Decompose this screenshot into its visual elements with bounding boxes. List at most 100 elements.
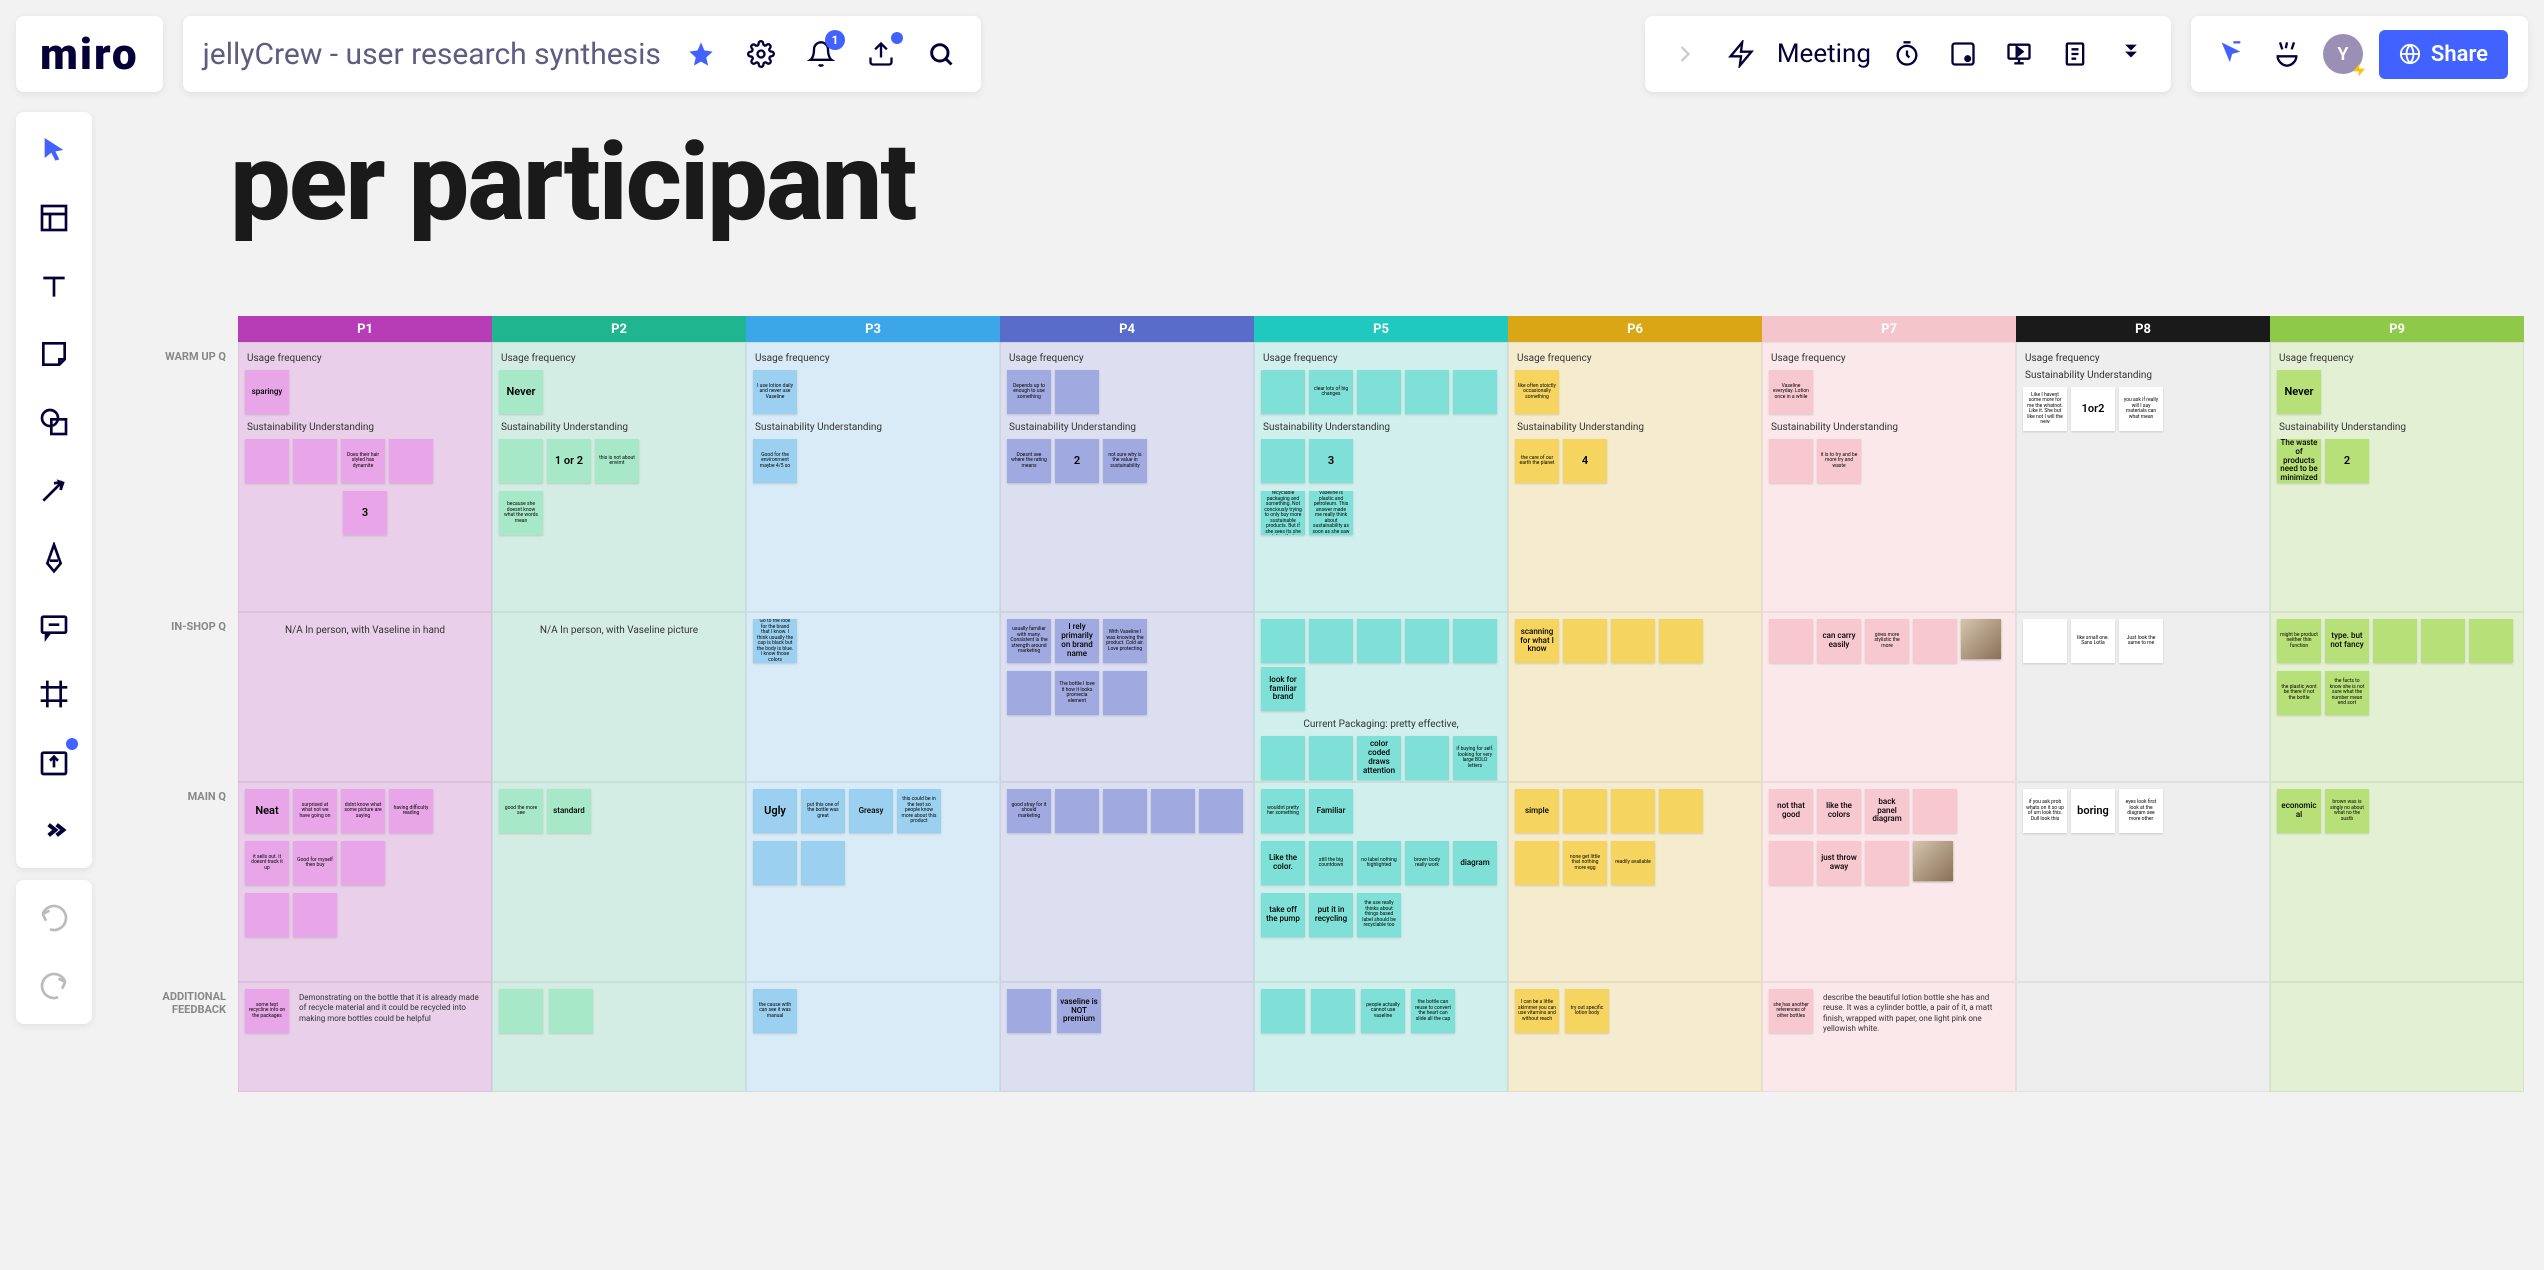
sticky-note[interactable]: color coded draws attention	[1357, 736, 1401, 780]
grid-cell[interactable]: Usage frequencyI use lotion daily and ne…	[746, 342, 1000, 612]
sticky-note[interactable]: 3	[343, 491, 387, 535]
sticky-note[interactable]	[1611, 789, 1655, 833]
sticky-note[interactable]: like often stoictly occasionally somethi…	[1515, 370, 1559, 414]
arrow-tool[interactable]	[32, 468, 76, 512]
sticky-note[interactable]: didnt know what some picture are saying	[341, 789, 385, 833]
sticky-note[interactable]: sparingy	[245, 370, 289, 414]
sticky-note[interactable]: 2	[2325, 439, 2369, 483]
board-title[interactable]: jellyCrew - user research synthesis	[203, 37, 661, 72]
sticky-note[interactable]: good stray for it should marketing	[1007, 789, 1051, 833]
grid-cell[interactable]: Usage frequencyclear lots of big changes…	[1254, 342, 1508, 612]
sticky-note[interactable]	[1311, 989, 1355, 1033]
grid-cell[interactable]: Usage frequencyVaseline everyday. Lotion…	[1762, 342, 2016, 612]
meeting-label[interactable]: Meeting	[1777, 39, 1871, 69]
voting-icon[interactable]	[1943, 34, 1983, 74]
sticky-note[interactable]	[1769, 841, 1813, 885]
sticky-note[interactable]: if buying for self. looking for very lar…	[1453, 736, 1497, 780]
sticky-note[interactable]	[499, 439, 543, 483]
grid-cell[interactable]: simplenone get little that nothing more …	[1508, 782, 1762, 982]
more-tools[interactable]	[32, 808, 76, 852]
sticky-note[interactable]	[1563, 619, 1607, 663]
sticky-note[interactable]: it sells out. it doesnt track it up	[245, 841, 289, 885]
sticky-note[interactable]	[753, 841, 797, 885]
sticky-note[interactable]	[1769, 619, 1813, 663]
sticky-note[interactable]: With Vaseline I was knowing the product.…	[1103, 619, 1147, 663]
sticky-note[interactable]	[1103, 671, 1147, 715]
sticky-note[interactable]	[1309, 619, 1353, 663]
grid-cell[interactable]: not that goodlike the colorsback panel d…	[1762, 782, 2016, 982]
sticky-note[interactable]: Familiar	[1309, 789, 1353, 833]
grid-cell[interactable]: Usage frequencyNeverSustainability Under…	[2270, 342, 2524, 612]
lightning-icon[interactable]	[1721, 34, 1761, 74]
grid-cell[interactable]: she has another references of other bott…	[1762, 982, 2016, 1092]
grid-cell[interactable]: if you ask prob whats on it so up of um …	[2016, 782, 2270, 982]
search-icon[interactable]	[921, 34, 961, 74]
sticky-note[interactable]: take off the pump	[1261, 893, 1305, 937]
sticky-note[interactable]: Like the color.	[1261, 841, 1305, 885]
grid-cell[interactable]: Go to the look for the brand that I know…	[746, 612, 1000, 782]
column-header[interactable]: P3	[746, 316, 1000, 342]
sticky-note[interactable]: usually familiar with many. Consistent i…	[1007, 619, 1051, 663]
sticky-note[interactable]	[1055, 789, 1099, 833]
grid-cell[interactable]: like small one. Sans LotlaJust look the …	[2016, 612, 2270, 782]
sticky-note[interactable]: vaseline is NOT premium	[1057, 989, 1101, 1033]
sticky-note[interactable]: the care of our earth the planet	[1515, 439, 1559, 483]
grid-cell[interactable]: N/A In person, with Vaseline in hand	[238, 612, 492, 782]
sticky-note[interactable]	[549, 989, 593, 1033]
sticky-note[interactable]: put this one of the bottle was great	[801, 789, 845, 833]
sticky-note[interactable]: Never	[499, 370, 543, 414]
grid-cell[interactable]: some text recycline info on the packages…	[238, 982, 492, 1092]
text-tool[interactable]	[32, 264, 76, 308]
sticky-note[interactable]: surprised at what not we have going on	[293, 789, 337, 833]
sticky-note[interactable]	[1357, 370, 1401, 414]
sticky-note[interactable]	[1913, 619, 1957, 663]
grid-cell[interactable]: Uglyput this one of the bottle was great…	[746, 782, 1000, 982]
sticky-note[interactable]: brown was is singly no about what no the…	[2325, 789, 2369, 833]
column-header[interactable]: P4	[1000, 316, 1254, 342]
sticky-note[interactable]: no label nothing highlighted	[1357, 841, 1401, 885]
sticky-note[interactable]: 1or2	[2071, 387, 2115, 431]
sticky-note[interactable]: Vaseline everyday. Lotion once in a whil…	[1769, 370, 1813, 414]
sticky-note[interactable]: just throw away	[1817, 841, 1861, 885]
sticky-note[interactable]	[341, 841, 385, 885]
sticky-note[interactable]: I can be a little skimmer you can use vi…	[1515, 989, 1559, 1033]
sticky-note[interactable]	[1453, 370, 1497, 414]
sticky-note[interactable]: back panel diagram	[1865, 789, 1909, 833]
image-thumb[interactable]	[1961, 619, 2001, 659]
sticky-note[interactable]: can carry easily	[1817, 619, 1861, 663]
column-header[interactable]: P5	[1254, 316, 1508, 342]
grid-cell[interactable]: vaseline is NOT premium	[1000, 982, 1254, 1092]
sticky-note[interactable]	[1659, 789, 1703, 833]
sticky-note[interactable]: look for familiar brand	[1261, 667, 1305, 711]
sticky-note[interactable]: brown body really work	[1405, 841, 1449, 885]
sticky-note[interactable]	[1151, 789, 1195, 833]
sticky-note[interactable]	[245, 893, 289, 937]
sticky-note[interactable]: having difficulty reading	[389, 789, 433, 833]
export-icon[interactable]	[861, 34, 901, 74]
sticky-note[interactable]: standard	[547, 789, 591, 833]
sticky-note[interactable]: I use lotion daily and never use Vaselin…	[753, 370, 797, 414]
sticky-note[interactable]: this could be in the text so people know…	[897, 789, 941, 833]
more-icon[interactable]	[2111, 34, 2151, 74]
column-header[interactable]: P1	[238, 316, 492, 342]
sticky-note[interactable]	[1199, 789, 1243, 833]
sticky-note[interactable]: Go to the look for the brand that I know…	[753, 619, 797, 663]
sticky-note[interactable]	[499, 989, 543, 1033]
sticky-note[interactable]	[1405, 736, 1449, 780]
column-header[interactable]: P8	[2016, 316, 2270, 342]
grid-cell[interactable]: Usage frequencysparingySustainability Un…	[238, 342, 492, 612]
chevron-right-icon[interactable]	[1665, 34, 1705, 74]
sticky-note[interactable]	[1913, 789, 1957, 833]
column-header[interactable]: P6	[1508, 316, 1762, 342]
comment-tool[interactable]	[32, 604, 76, 648]
grid-cell[interactable]	[2270, 982, 2524, 1092]
canvas[interactable]: per participant WARM UP QIN-SHOP QMAIN Q…	[120, 120, 2524, 1250]
grid-cell[interactable]: N/A In person, with Vaseline picture	[492, 612, 746, 782]
sticky-note[interactable]: might be product neither thin function	[2277, 619, 2321, 663]
sticky-note[interactable]: none get little that nothing more egg	[1563, 841, 1607, 885]
sticky-note[interactable]	[293, 893, 337, 937]
sticky-note[interactable]	[2469, 619, 2513, 663]
timer-icon[interactable]	[1887, 34, 1927, 74]
grid-cell[interactable]: the cause with can see it was manual	[746, 982, 1000, 1092]
sticky-note[interactable]: Good for myself then buy	[293, 841, 337, 885]
